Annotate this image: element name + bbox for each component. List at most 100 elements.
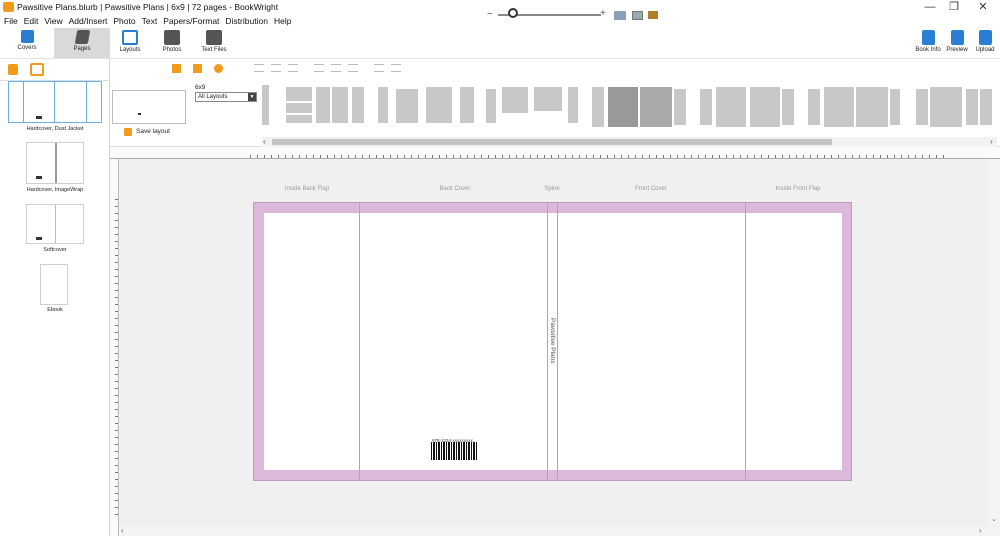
book-info-button[interactable]: Book Info (914, 28, 942, 58)
spine-fold-line (547, 202, 548, 481)
layout-thumb[interactable] (914, 85, 994, 129)
align-left-icon[interactable] (254, 64, 264, 72)
cover-label-dust-jacket: Hardcover, Dust Jacket (26, 126, 84, 132)
app-icon (3, 2, 14, 12)
book-info-label: Book Info (915, 47, 941, 53)
distribute-vertical-icon[interactable] (391, 64, 401, 72)
save-layout-button[interactable]: Save layout (136, 128, 170, 135)
canvas-horizontal-scrollbar[interactable]: ‹ › (119, 526, 989, 536)
layout-thumb[interactable] (284, 85, 366, 129)
barcode-image[interactable] (431, 442, 477, 460)
scroll-right-icon[interactable]: › (990, 137, 993, 146)
align-right-icon[interactable] (288, 64, 298, 72)
cover-options-icon[interactable] (8, 64, 18, 75)
canvas-vertical-scrollbar[interactable]: ⌄ (989, 159, 1000, 536)
preview-button[interactable]: Preview (944, 28, 970, 58)
save-layout-icon[interactable] (124, 128, 132, 136)
layouts-scroll-thumb[interactable] (272, 139, 832, 145)
align-middle-icon[interactable] (331, 64, 341, 72)
cover-label-imagewrap: Hardcover, ImageWrap (26, 187, 84, 193)
spine-title[interactable]: Pawsitive Plans (549, 318, 556, 364)
covers-panel-toolbar (0, 59, 110, 81)
align-center-icon[interactable] (271, 64, 281, 72)
scroll-left-icon[interactable]: ‹ (263, 137, 266, 146)
menu-papers-format[interactable]: Papers/Format (163, 15, 219, 28)
cover-label-softcover: Softcover (43, 247, 67, 253)
cover-swap-icon[interactable] (30, 63, 44, 76)
cover-thumb-dust-jacket[interactable] (8, 81, 102, 123)
menu-photo[interactable]: Photo (113, 15, 135, 28)
barcode-mini (36, 116, 42, 119)
label-spine: Spine (544, 186, 560, 192)
add-text-icon[interactable] (193, 64, 202, 73)
scroll-left-icon[interactable]: ‹ (121, 526, 124, 535)
zoom-in-button[interactable]: + (600, 8, 606, 19)
layout-thumb[interactable] (376, 85, 480, 129)
text-files-button[interactable]: Text Files (197, 28, 231, 58)
spine-line (55, 205, 56, 243)
add-photo-icon[interactable] (172, 64, 181, 73)
photos-button[interactable]: Photos (157, 28, 187, 58)
layouts-icon (122, 30, 138, 45)
label-back-cover: Back Cover (439, 186, 471, 192)
label-front-cover: Front Cover (635, 186, 667, 192)
grid-view-icon[interactable] (632, 11, 643, 20)
layout-mark (138, 113, 141, 115)
upload-icon (978, 30, 992, 45)
scroll-right-icon[interactable]: › (979, 526, 982, 535)
close-button[interactable]: ✕ (973, 1, 993, 13)
cover-thumb-softcover[interactable] (26, 204, 84, 244)
layout-thumb[interactable] (806, 85, 904, 129)
layouts-label: Layouts (119, 47, 141, 53)
upload-button[interactable]: Upload (972, 28, 998, 58)
covers-label: Covers (17, 45, 37, 51)
preview-label: Preview (946, 47, 968, 53)
cover-thumb-ebook[interactable] (40, 264, 68, 305)
book-info-icon (921, 30, 935, 45)
layout-filter-select[interactable]: All Layouts ▼ (195, 92, 257, 102)
barcode-mini (36, 176, 42, 179)
layout-thumb[interactable] (698, 85, 798, 129)
flap-line (23, 82, 24, 123)
label-inside-front-flap: Inside Front Flap (775, 186, 821, 192)
layouts-button[interactable]: Layouts (114, 28, 146, 58)
menu-add-insert[interactable]: Add/Insert (69, 15, 108, 28)
layout-filter-value: All Layouts (198, 94, 228, 100)
flap-line (86, 82, 87, 123)
layouts-scrollbar[interactable] (262, 137, 997, 147)
covers-button[interactable]: Covers (0, 28, 54, 58)
align-top-icon[interactable] (314, 64, 324, 72)
align-bottom-icon[interactable] (348, 64, 358, 72)
spread-view-icon[interactable] (648, 11, 658, 19)
zoom-out-button[interactable]: − (487, 9, 493, 20)
zoom-slider-handle[interactable] (508, 8, 518, 18)
pages-label: Pages (73, 46, 91, 52)
menu-text[interactable]: Text (142, 15, 158, 28)
menu-view[interactable]: View (44, 15, 62, 28)
barcode-mini (36, 237, 42, 240)
cover-thumb-imagewrap[interactable] (26, 142, 84, 184)
pages-button[interactable]: Pages (54, 28, 110, 58)
horizontal-ruler (110, 147, 1000, 159)
ruler-ticks (250, 155, 950, 158)
shape-dropdown-icon[interactable] (214, 64, 223, 73)
text-files-label: Text Files (201, 47, 227, 53)
layout-thumb[interactable] (484, 85, 580, 129)
menu-distribution[interactable]: Distribution (225, 15, 268, 28)
layout-thumb[interactable] (262, 85, 270, 129)
minimize-button[interactable]: — (920, 1, 940, 13)
distribute-horizontal-icon[interactable] (374, 64, 384, 72)
menu-edit[interactable]: Edit (24, 15, 39, 28)
vertical-ruler (110, 159, 119, 536)
chevron-down-icon: ▼ (248, 93, 256, 101)
scroll-down-icon[interactable]: ⌄ (991, 515, 997, 523)
current-layout-preview (112, 90, 186, 124)
restore-button[interactable]: ❐ (944, 1, 964, 13)
layout-thumb[interactable] (590, 85, 690, 129)
menu-bar: File Edit View Add/Insert Photo Text Pap… (0, 15, 1000, 28)
menu-file[interactable]: File (4, 15, 18, 28)
spine-line (54, 82, 55, 123)
photos-icon (164, 30, 180, 45)
fit-view-icon[interactable] (614, 11, 626, 20)
menu-help[interactable]: Help (274, 15, 291, 28)
